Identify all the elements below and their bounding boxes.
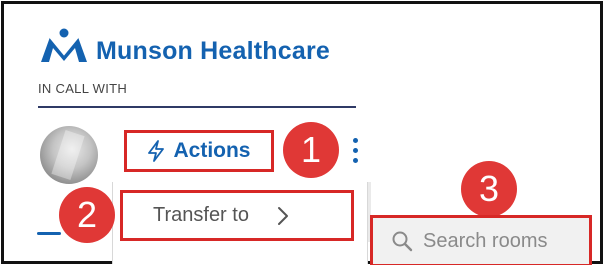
transfer-to-label: Transfer to (153, 204, 249, 226)
actions-button[interactable]: Actions (124, 130, 274, 172)
more-options-icon[interactable] (353, 138, 359, 166)
brand-header: Munson Healthcare (38, 28, 330, 66)
step-badge-1: 1 (283, 122, 339, 178)
search-icon (392, 231, 413, 252)
brand-name: Munson Healthcare (96, 36, 331, 65)
screenshot-frame: Munson Healthcare IN CALL WITH Actions 1… (1, 1, 603, 265)
lightning-bolt-icon (148, 140, 165, 162)
in-call-label: IN CALL WITH (38, 81, 128, 96)
tab-underline (37, 232, 61, 235)
actions-label: Actions (173, 139, 251, 162)
chevron-right-icon (277, 206, 288, 225)
header-divider (38, 106, 356, 108)
avatar (40, 126, 98, 184)
step-badge-2: 2 (59, 187, 115, 243)
transfer-to-menu-item[interactable]: Transfer to (120, 190, 354, 241)
munson-logo-icon (41, 28, 87, 62)
search-rooms-input[interactable] (423, 229, 583, 253)
search-rooms-box[interactable] (370, 215, 592, 265)
step-badge-3: 3 (461, 161, 517, 217)
